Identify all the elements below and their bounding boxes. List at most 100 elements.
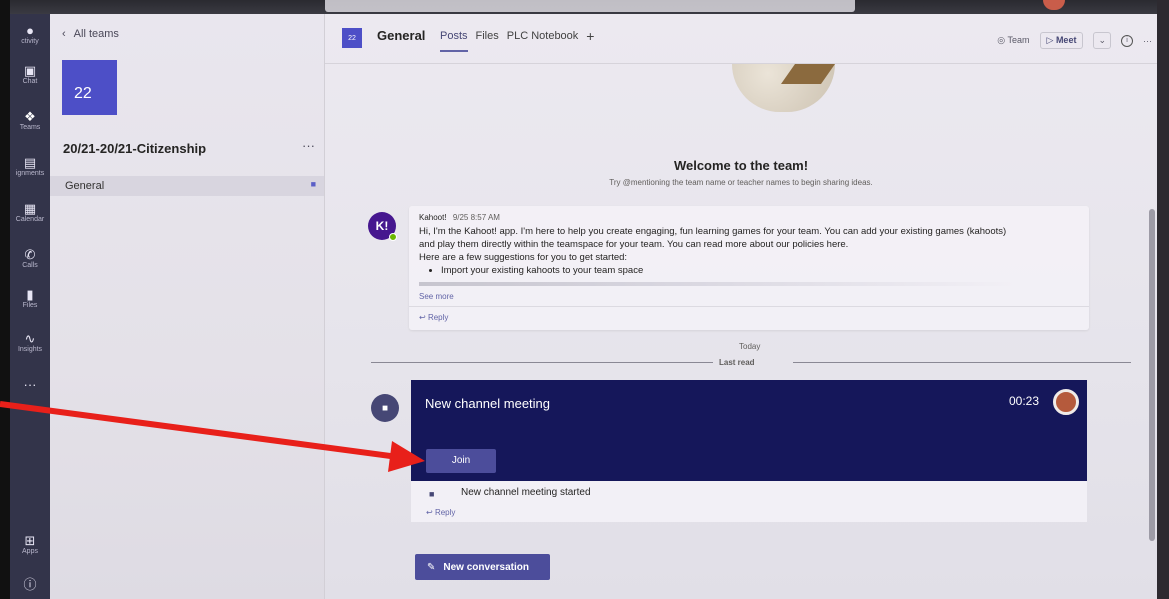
post-reply-button[interactable]: ↩ Reply — [409, 306, 1089, 330]
rail-apps[interactable]: ⊞ Apps — [10, 533, 50, 556]
tab-plc-notebook[interactable]: PLC Notebook — [507, 30, 579, 52]
monitor-bezel-left — [0, 0, 10, 599]
user-avatar[interactable] — [1043, 0, 1065, 10]
rail-label: Calendar — [15, 216, 45, 223]
teams-icon: ❖ — [24, 109, 36, 124]
team-avatar[interactable]: 22 — [62, 60, 117, 115]
channel-name: General — [65, 180, 105, 192]
meeting-reply-button[interactable]: ↩ Reply — [426, 508, 455, 517]
file-icon: ▮ — [26, 287, 34, 302]
back-to-teams-link[interactable]: ‹ All teams — [62, 28, 119, 40]
post-line: Here are a few suggestions for you to ge… — [419, 252, 628, 263]
search-bar[interactable] — [325, 0, 855, 12]
rail-label: Calls — [22, 262, 38, 269]
help-icon: ⓘ — [23, 577, 37, 592]
join-meeting-button[interactable]: Join — [426, 449, 496, 473]
tab-posts[interactable]: Posts — [440, 30, 468, 52]
rail-label: Teams — [19, 124, 41, 131]
rail-label: ignments — [15, 170, 45, 177]
welcome-subtitle: Try @mentioning the team name or teacher… — [609, 178, 873, 187]
scrollbar[interactable] — [1149, 209, 1155, 541]
rail-insights[interactable]: ∿ Insights — [10, 331, 50, 354]
reply-arrow-icon: ↩ — [426, 508, 433, 517]
post-body: Hi, I'm the Kahoot! app. I'm here to hel… — [419, 225, 1084, 277]
team-name: 20/21-20/21-Citizenship — [63, 141, 207, 156]
rail-teams[interactable]: ❖ Teams — [10, 109, 50, 132]
channel-item-general[interactable]: General ■ — [50, 176, 324, 196]
tab-files[interactable]: Files — [476, 30, 499, 52]
channel-header: 22 General Posts Files PLC Notebook + ◎ … — [325, 14, 1157, 64]
more-icon: ··· — [23, 377, 37, 392]
meeting-started-text: New channel meeting started — [461, 487, 591, 498]
rail-assignments[interactable]: ▤ ignments — [10, 155, 50, 178]
participant-avatar[interactable] — [1053, 389, 1079, 415]
team-button[interactable]: ◎ Team — [997, 35, 1029, 46]
meeting-camera-icon: ■ — [310, 179, 316, 189]
more-options-button[interactable]: ··· — [1143, 36, 1152, 46]
team-button-label: Team — [1007, 35, 1030, 45]
rail-label: ctivity — [21, 38, 39, 45]
reply-label: Reply — [434, 508, 456, 517]
see-more-link[interactable]: See more — [419, 292, 454, 301]
channel-main: 22 General Posts Files PLC Notebook + ◎ … — [325, 14, 1157, 599]
chevron-left-icon: ‹ — [62, 28, 66, 40]
back-label: All teams — [73, 28, 119, 40]
team-more-options-button[interactable]: ··· — [302, 138, 315, 153]
welcome-title: Welcome to the team! — [673, 158, 809, 173]
post-line: Hi, I'm the Kahoot! app. I'm here to hel… — [419, 226, 1007, 237]
suggestion-list: Import your existing kahoots to your tea… — [441, 264, 1084, 277]
divider-line — [793, 362, 1131, 363]
rail-label: Insights — [17, 346, 43, 353]
chat-icon: ▣ — [23, 63, 37, 78]
calendar-icon: ▦ — [23, 201, 37, 216]
post-author[interactable]: Kahoot! — [419, 213, 447, 222]
reply-label: Reply — [427, 313, 449, 322]
meeting-footer: ■ New channel meeting started ↩ Reply — [411, 481, 1087, 522]
rail-label: Files — [22, 302, 38, 309]
header-actions: ◎ Team ▷ Meet ⌄ i ··· — [997, 32, 1152, 49]
phone-icon: ✆ — [24, 247, 36, 262]
video-camera-icon: ■ — [429, 489, 435, 499]
rail-calls[interactable]: ✆ Calls — [10, 247, 50, 270]
rail-more[interactable]: ··· — [10, 378, 50, 392]
rail-calendar[interactable]: ▦ Calendar — [10, 201, 50, 224]
suggestion-item: Import your existing kahoots to your tea… — [441, 264, 1084, 277]
monitor-bezel-right — [1157, 0, 1169, 599]
compose-icon: ✎ — [427, 561, 436, 573]
new-conversation-label: New conversation — [443, 561, 529, 573]
channel-title: General — [377, 28, 426, 43]
kahoot-avatar[interactable]: K! — [368, 212, 397, 241]
rail-chat[interactable]: ▣ Chat — [10, 63, 50, 86]
rail-help[interactable]: ⓘ — [10, 578, 50, 592]
meet-label: Meet — [1055, 35, 1077, 45]
video-icon: ▷ — [1046, 35, 1054, 45]
add-tab-button[interactable]: + — [586, 29, 594, 52]
bell-icon: ● — [26, 23, 34, 38]
chevron-down-icon: ⌄ — [1098, 35, 1106, 45]
apps-icon: ⊞ — [24, 533, 36, 548]
team-icon: ◎ — [997, 35, 1006, 45]
meeting-card: New channel meeting 00:23 Join — [411, 380, 1087, 481]
meet-button[interactable]: ▷ Meet — [1039, 32, 1084, 49]
assignments-icon: ▤ — [23, 155, 37, 170]
kahoot-avatar-text: K! — [375, 219, 389, 233]
kahoot-post: Kahoot! 9/25 8:57 AM Hi, I'm the Kahoot!… — [409, 206, 1089, 330]
divider-line — [371, 362, 713, 363]
meeting-duration: 00:23 — [1008, 394, 1039, 408]
info-icon[interactable]: i — [1121, 34, 1133, 47]
pulse-icon: ∿ — [24, 331, 36, 346]
channel-team-icon: 22 — [342, 28, 362, 48]
post-line: and play them directly within the teamsp… — [419, 239, 849, 250]
last-read-marker: Last read — [719, 358, 755, 367]
post-time: 9/25 8:57 AM — [452, 213, 500, 222]
meet-dropdown-button[interactable]: ⌄ — [1093, 32, 1111, 49]
date-separator: Today — [739, 342, 761, 351]
rail-activity[interactable]: ● ctivity — [10, 23, 50, 46]
team-panel: ‹ All teams 22 20/21-20/21-Citizenship ·… — [50, 14, 325, 599]
rail-files[interactable]: ▮ Files — [10, 287, 50, 310]
reply-arrow-icon: ↩ — [419, 313, 426, 322]
presence-icon — [389, 233, 397, 241]
channel-tabs: Posts Files PLC Notebook + — [440, 29, 594, 52]
meeting-avatar: ■ — [371, 394, 399, 422]
new-conversation-button[interactable]: ✎ New conversation — [415, 554, 550, 580]
